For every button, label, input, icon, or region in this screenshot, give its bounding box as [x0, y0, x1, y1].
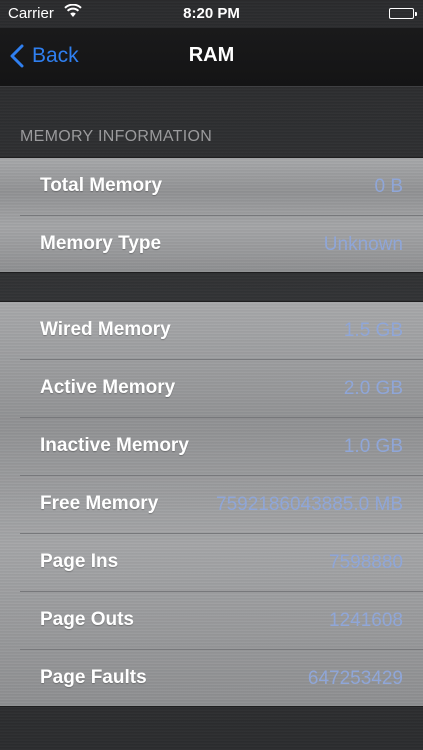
row-value: 1.5 GB — [343, 320, 403, 341]
row-value: 7598880 — [329, 552, 403, 573]
battery-icon — [389, 8, 417, 19]
page-title: RAM — [188, 44, 235, 66]
table-row-wired-memory[interactable]: Wired Memory 1.5 GB — [20, 302, 423, 360]
row-value: 1241608 — [329, 610, 403, 631]
table-row-active-memory[interactable]: Active Memory 2.0 GB — [20, 360, 423, 418]
table-row-page-ins[interactable]: Page Ins 7598880 — [20, 534, 423, 592]
table-row-memory-type[interactable]: Memory Type Unknown — [20, 216, 423, 274]
row-value: 1.0 GB — [343, 436, 403, 457]
table-row-page-faults[interactable]: Page Faults 647253429 — [20, 650, 423, 708]
row-label: Active Memory — [40, 377, 176, 398]
row-label: Page Ins — [40, 551, 119, 572]
row-label: Free Memory — [40, 493, 159, 514]
row-value: Unknown — [323, 234, 403, 255]
status-bar: Carrier 8:20 PM — [0, 0, 423, 28]
row-label: Page Faults — [40, 667, 147, 688]
row-label: Memory Type — [40, 233, 162, 254]
memory-info-group: Total Memory 0 B Memory Type Unknown — [0, 157, 423, 273]
table-row-total-memory[interactable]: Total Memory 0 B — [20, 158, 423, 216]
row-value: 0 B — [374, 176, 403, 197]
status-time: 8:20 PM — [183, 5, 240, 22]
battery-nub — [415, 12, 417, 16]
table-row-free-memory[interactable]: Free Memory 7592186043885.0 MB — [20, 476, 423, 534]
screen: Carrier 8:20 PM Back RAM MEMORY INFORMAT… — [0, 0, 423, 750]
row-label: Inactive Memory — [40, 435, 189, 456]
memory-usage-group: Wired Memory 1.5 GB Active Memory 2.0 GB… — [0, 301, 423, 707]
row-value: 2.0 GB — [343, 378, 403, 399]
section-header-memory-information: MEMORY INFORMATION — [20, 128, 213, 145]
row-value: 7592186043885.0 MB — [216, 494, 403, 515]
row-label: Wired Memory — [40, 319, 171, 340]
table-row-inactive-memory[interactable]: Inactive Memory 1.0 GB — [20, 418, 423, 476]
table-row-page-outs[interactable]: Page Outs 1241608 — [20, 592, 423, 650]
row-label: Total Memory — [40, 175, 163, 196]
row-label: Page Outs — [40, 609, 134, 630]
row-value: 647253429 — [307, 668, 403, 689]
navigation-bar: Back RAM — [0, 28, 423, 87]
